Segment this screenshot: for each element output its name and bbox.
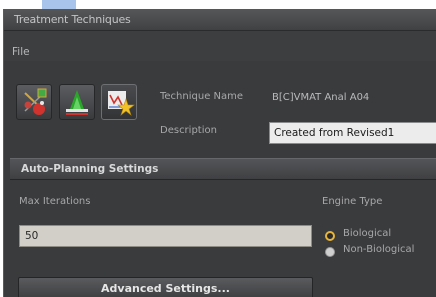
max-iterations-label: Max Iterations (19, 196, 91, 207)
star-chart-button[interactable] (101, 84, 137, 120)
title-bar[interactable]: Treatment Techniques (4, 9, 436, 31)
description-label: Description (160, 125, 217, 136)
technique-name-label: Technique Name (160, 91, 244, 102)
max-iterations-input[interactable]: 50 (19, 225, 312, 247)
advanced-settings-button[interactable]: Advanced Settings... (18, 277, 313, 297)
menu-bar: File (4, 31, 436, 61)
beams-button[interactable] (16, 84, 52, 120)
window-edge-accent (42, 0, 76, 9)
biological-label: Biological (343, 228, 392, 239)
technique-name-value: B[C]VMAT Anal A04 (272, 92, 370, 103)
description-field[interactable]: Created from Revised1 (269, 122, 436, 144)
dose-profile-button[interactable] (59, 84, 95, 120)
radio-biological[interactable] (325, 231, 335, 241)
non-biological-label: Non-Biological (343, 244, 415, 255)
menu-file[interactable]: File (12, 46, 30, 58)
engine-type-label: Engine Type (322, 196, 383, 207)
treatment-techniques-window: Treatment Techniques File Technique Name… (3, 9, 436, 297)
section-title: Auto-Planning Settings (21, 163, 159, 175)
radio-non-biological[interactable] (325, 247, 335, 257)
auto-planning-section-header: Auto-Planning Settings (10, 158, 436, 180)
window-title: Treatment Techniques (14, 13, 131, 26)
